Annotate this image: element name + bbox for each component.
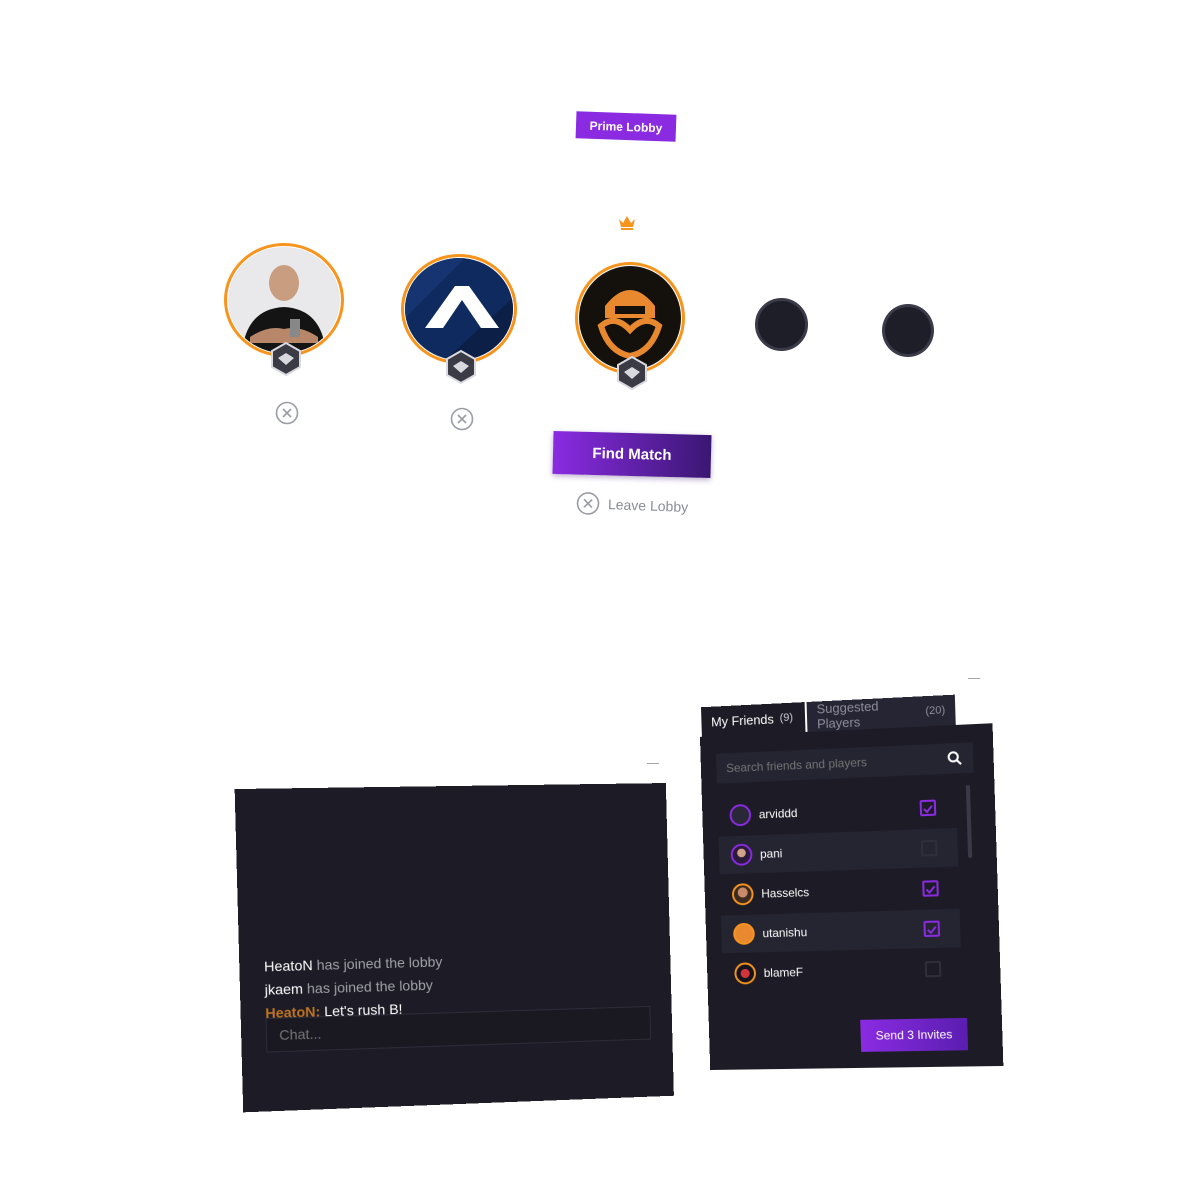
avatar [729,804,751,827]
remove-member-button[interactable] [275,401,299,425]
rank-icon [444,350,478,384]
leave-lobby-button[interactable]: Leave Lobby [576,491,689,519]
invite-checkbox[interactable] [923,920,940,937]
check-icon [924,883,937,895]
friend-row-hasselcs[interactable]: Hasselcs [720,868,960,913]
leader-avatar[interactable] [579,266,681,370]
search-input[interactable] [716,744,935,783]
crown-icon [617,213,637,231]
divider [968,678,980,679]
invite-checkbox[interactable] [920,800,937,817]
ence-logo-icon [579,266,681,370]
team-logo-icon [405,258,513,360]
check-icon [926,924,939,936]
scrollbar[interactable] [966,785,972,858]
rank-icon [615,356,649,390]
player-photo-icon [228,247,340,353]
empty-slot[interactable] [882,304,934,357]
close-icon [576,491,601,516]
search-bar [716,742,974,783]
leave-lobby-label: Leave Lobby [608,496,689,515]
friend-row-arviddd[interactable]: arviddd [717,788,957,835]
find-match-button[interactable]: Find Match [552,431,711,478]
friend-row-blamef[interactable]: blameF [722,949,962,992]
avatar [734,962,756,984]
tab-my-friends[interactable]: My Friends (9) [701,702,806,737]
avatar [732,883,754,905]
prime-lobby-badge: Prime Lobby [576,111,677,141]
divider [647,763,659,764]
remove-member-button[interactable] [450,407,474,431]
friends-panel: My Friends (9) Suggested Players (20) ar… [699,693,1003,1072]
team-avatar[interactable] [405,258,513,360]
avatar [733,923,755,945]
empty-slot[interactable] [755,298,808,351]
avatar [730,843,752,866]
chat-panel: HeatoN has joined the lobby jkaem has jo… [235,783,674,1112]
rank-icon [269,342,303,376]
invite-checkbox[interactable] [925,961,942,978]
player-avatar[interactable] [228,247,340,353]
check-icon [922,803,935,816]
friends-list-panel: arviddd pani Hasselcs utanishu [700,723,1003,1070]
friend-row-pani[interactable]: pani [719,828,959,874]
search-icon[interactable] [946,750,963,767]
invite-checkbox[interactable] [921,840,938,857]
friend-row-utanishu[interactable]: utanishu [721,909,961,953]
send-invites-button[interactable]: Send 3 Invites [860,1018,968,1052]
invite-checkbox[interactable] [922,880,939,897]
